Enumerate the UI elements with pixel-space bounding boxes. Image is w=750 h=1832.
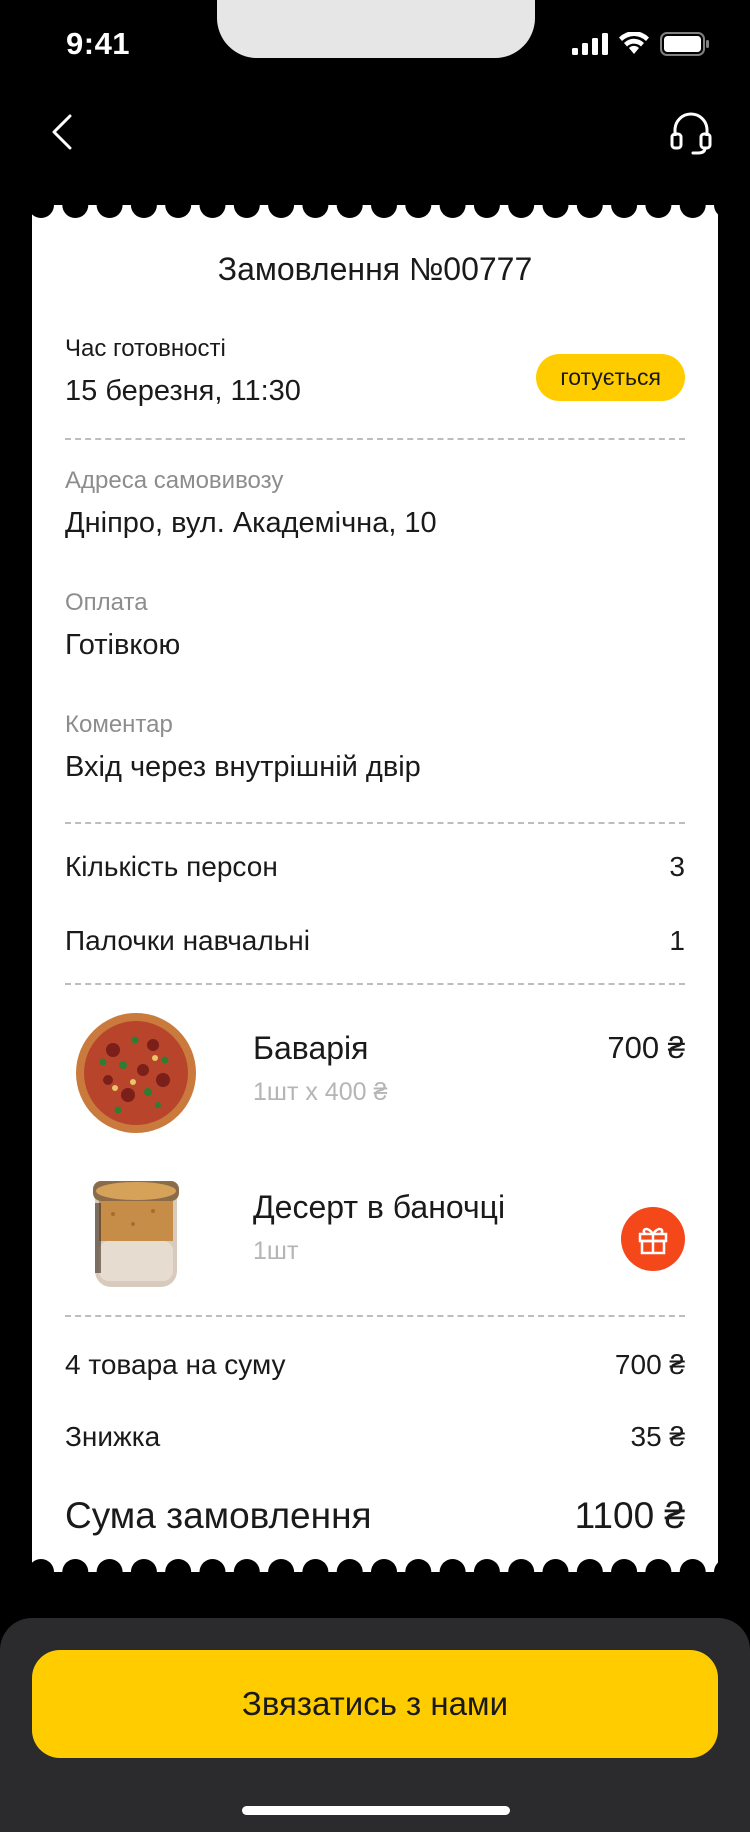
device-notch (217, 0, 535, 58)
receipt-scallop (473, 192, 500, 218)
receipt-scallop (62, 1559, 89, 1585)
payment-section: Оплата Готівкою (65, 589, 685, 662)
receipt-scallop (542, 192, 569, 218)
receipt-scallop (405, 1559, 432, 1585)
gift-icon (638, 1227, 668, 1255)
wifi-icon (619, 32, 649, 54)
goods-sum-value: 700 ₴ (614, 1349, 685, 1380)
receipt-scallop (165, 1559, 192, 1585)
receipt-scallop (611, 192, 638, 218)
divider (65, 438, 685, 440)
receipt-scallop (679, 192, 706, 218)
receipt-scallop (130, 1559, 157, 1585)
comment-label: Коментар (65, 711, 173, 738)
receipt-scallop (371, 1559, 397, 1585)
order-total-value: 1100 ₴ (574, 1495, 685, 1536)
divider (65, 1315, 685, 1317)
order-total-row: Сума замовлення 1100 ₴ (65, 1495, 685, 1537)
receipt-scallop (32, 192, 54, 218)
status-icons (572, 32, 710, 56)
order-details-screen: 9:41 Замовлення №00777 Час готовності 15… (0, 0, 750, 1832)
item-quantity-price: 1шт х 400 ₴ (253, 1078, 388, 1106)
item-price: 700 ₴ (607, 1030, 685, 1065)
item-name: Баварія (253, 1030, 369, 1066)
receipt-scallop (473, 1559, 500, 1585)
receipt-scallop (268, 1559, 295, 1585)
back-arrow-icon[interactable] (44, 112, 84, 152)
receipt-bottom-edge (32, 1559, 718, 1585)
receipt-scallop (199, 1559, 226, 1585)
order-title: Замовлення №00777 (217, 251, 533, 287)
persons-count-value: 3 (669, 851, 685, 882)
contact-us-button[interactable]: Звязатись з нами (32, 1650, 718, 1758)
order-item: Баварія 1шт х 400 ₴ 700 ₴ (65, 1010, 685, 1140)
receipt-scallop (679, 1559, 706, 1585)
receipt-scallop (371, 192, 397, 218)
receipt-scallop (508, 192, 535, 218)
receipt-scallop (439, 1559, 466, 1585)
receipt-scallop (233, 192, 260, 218)
receipt-scallop (199, 192, 226, 218)
chopsticks-row: Палочки навчальні 1 (65, 925, 685, 957)
receipt-scallop (576, 1559, 603, 1585)
receipt-scallop (233, 1559, 260, 1585)
discount-value: 35 ₴ (630, 1421, 686, 1452)
order-total-label: Сума замовлення (65, 1495, 372, 1536)
receipt-scallop (508, 1559, 535, 1585)
item-quantity: 1шт (253, 1237, 299, 1265)
order-receipt-card: Замовлення №00777 Час готовності 15 бере… (32, 192, 718, 1585)
comment-value: Вхід через внутрішній двір (65, 751, 421, 783)
receipt-scallop (130, 192, 157, 218)
pickup-address-section: Адреса самовивозу Дніпро, вул. Академічн… (65, 467, 685, 540)
status-badge: готується (536, 354, 685, 401)
chopsticks-value: 1 (669, 925, 685, 956)
receipt-scallop (268, 192, 295, 218)
receipt-scallop (32, 1559, 54, 1585)
receipt-scallop (645, 192, 672, 218)
goods-sum-label: 4 товара на суму (65, 1349, 286, 1380)
receipt-scallop (96, 1559, 123, 1585)
item-name: Десерт в баночці (253, 1189, 506, 1225)
order-item: Десерт в баночці 1шт (65, 1169, 685, 1299)
receipt-scallop (611, 1559, 638, 1585)
receipt-scallop (302, 192, 329, 218)
receipt-scallop (645, 1559, 672, 1585)
discount-label: Знижка (65, 1421, 161, 1452)
dessert-jar-image (93, 1181, 179, 1287)
receipt-scallop (714, 1562, 718, 1582)
chopsticks-label: Палочки навчальні (65, 925, 310, 956)
receipt-scallop (96, 192, 123, 218)
comment-section: Коментар Вхід через внутрішній двір (65, 711, 685, 784)
receipt-scallop (62, 192, 89, 218)
receipt-scallop (165, 192, 192, 218)
payment-value: Готівкою (65, 629, 181, 661)
battery-icon (660, 32, 709, 56)
receipt-top-edge (32, 192, 718, 218)
receipt-scallop (542, 1559, 569, 1585)
headset-support-icon[interactable] (668, 110, 714, 156)
receipt-scallop (576, 192, 603, 218)
receipt-scallop (714, 195, 718, 215)
gift-badge (621, 1207, 685, 1271)
home-indicator (242, 1806, 510, 1815)
receipt-scallop (439, 192, 466, 218)
payment-label: Оплата (65, 589, 148, 616)
goods-sum-row: 4 товара на суму 700 ₴ (65, 1349, 685, 1381)
persons-count-label: Кількість персон (65, 851, 278, 882)
pickup-address-value: Дніпро, вул. Академічна, 10 (65, 507, 437, 539)
receipt-scallop (405, 192, 432, 218)
cellular-signal-icon (572, 33, 608, 55)
receipt-scallop (302, 1559, 329, 1585)
persons-count-row: Кількість персон 3 (65, 851, 685, 883)
divider (65, 822, 685, 824)
pickup-address-label: Адреса самовивозу (65, 467, 284, 494)
discount-row: Знижка 35 ₴ (65, 1421, 685, 1453)
receipt-scallop (336, 192, 363, 218)
divider (65, 983, 685, 985)
status-time: 9:41 (66, 26, 131, 61)
receipt-scallop (336, 1559, 363, 1585)
pizza-image (76, 1013, 196, 1133)
